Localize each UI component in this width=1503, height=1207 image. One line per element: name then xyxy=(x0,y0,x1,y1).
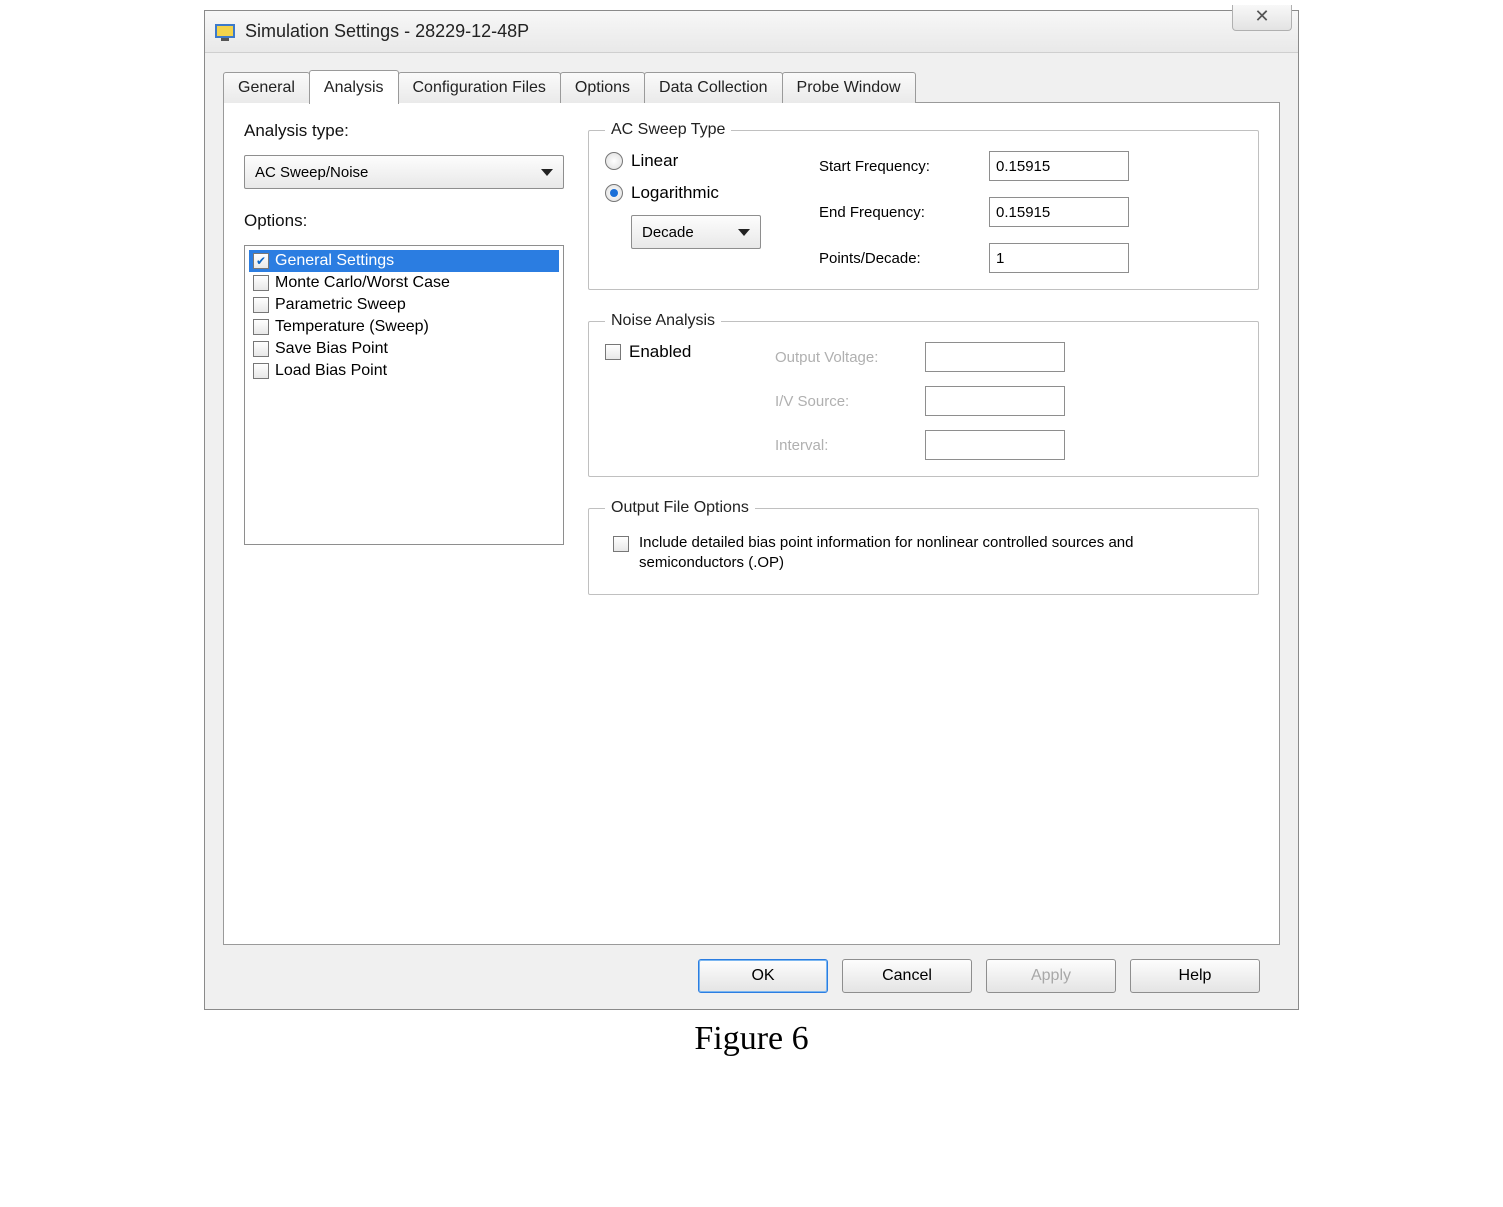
option-monte-carlo[interactable]: Monte Carlo/Worst Case xyxy=(249,272,559,294)
radio-icon xyxy=(605,184,623,202)
list-item-label: Load Bias Point xyxy=(275,362,387,380)
iv-source-label: I/V Source: xyxy=(775,393,925,410)
checkbox-icon[interactable] xyxy=(253,319,269,335)
end-frequency-label: End Frequency: xyxy=(819,204,979,221)
ok-button[interactable]: OK xyxy=(698,959,828,993)
tab-analysis[interactable]: Analysis xyxy=(309,70,399,104)
option-temperature-sweep[interactable]: Temperature (Sweep) xyxy=(249,316,559,338)
cancel-button[interactable]: Cancel xyxy=(842,959,972,993)
option-save-bias-point[interactable]: Save Bias Point xyxy=(249,338,559,360)
output-voltage-input xyxy=(925,342,1065,372)
include-bias-label: Include detailed bias point information … xyxy=(639,533,1234,574)
checkbox-icon[interactable] xyxy=(253,363,269,379)
list-item-label: Temperature (Sweep) xyxy=(275,318,429,336)
output-file-options-group: Output File Options Include detailed bia… xyxy=(588,499,1259,595)
iv-source-input xyxy=(925,386,1065,416)
interval-input xyxy=(925,430,1065,460)
radio-logarithmic[interactable]: Logarithmic xyxy=(605,183,795,203)
checkbox-icon[interactable]: ✔ xyxy=(253,253,269,269)
close-button[interactable]: ✕ xyxy=(1232,5,1292,31)
analysis-type-combo[interactable]: AC Sweep/Noise xyxy=(244,155,564,189)
output-file-options-legend: Output File Options xyxy=(605,499,755,517)
tab-body: Analysis type: AC Sweep/Noise Options: ✔… xyxy=(223,102,1280,945)
interval-label: Interval: xyxy=(775,437,925,454)
start-frequency-label: Start Frequency: xyxy=(819,158,979,175)
simulation-settings-window: Simulation Settings - 28229-12-48P ✕ Gen… xyxy=(204,10,1299,1010)
radio-linear[interactable]: Linear xyxy=(605,151,795,171)
radio-label: Logarithmic xyxy=(631,183,719,203)
tab-strip: General Analysis Configuration Files Opt… xyxy=(223,67,1280,103)
tab-data-collection[interactable]: Data Collection xyxy=(644,72,783,103)
left-column: Analysis type: AC Sweep/Noise Options: ✔… xyxy=(244,121,564,926)
points-decade-label: Points/Decade: xyxy=(819,250,979,267)
option-general-settings[interactable]: ✔ General Settings xyxy=(249,250,559,272)
noise-enabled-label: Enabled xyxy=(629,342,691,362)
radio-label: Linear xyxy=(631,151,678,171)
chevron-down-icon xyxy=(541,169,553,176)
option-parametric-sweep[interactable]: Parametric Sweep xyxy=(249,294,559,316)
checkbox-icon[interactable] xyxy=(253,341,269,357)
start-frequency-input[interactable] xyxy=(989,151,1129,181)
ac-sweep-legend: AC Sweep Type xyxy=(605,121,731,139)
close-icon: ✕ xyxy=(1254,6,1269,26)
tab-configuration-files[interactable]: Configuration Files xyxy=(398,72,561,103)
tab-general[interactable]: General xyxy=(223,72,310,103)
log-scale-combo[interactable]: Decade xyxy=(631,215,761,249)
figure-caption: Figure 6 xyxy=(0,1020,1503,1058)
app-icon xyxy=(213,20,237,44)
list-item-label: Monte Carlo/Worst Case xyxy=(275,274,450,292)
checkbox-icon[interactable] xyxy=(253,275,269,291)
ac-sweep-group: AC Sweep Type Linear Logarithmic xyxy=(588,121,1259,290)
help-button[interactable]: Help xyxy=(1130,959,1260,993)
window-title: Simulation Settings - 28229-12-48P xyxy=(245,21,529,42)
options-listbox[interactable]: ✔ General Settings Monte Carlo/Worst Cas… xyxy=(244,245,564,545)
right-column: AC Sweep Type Linear Logarithmic xyxy=(588,121,1259,926)
list-item-label: Parametric Sweep xyxy=(275,296,406,314)
content-area: General Analysis Configuration Files Opt… xyxy=(205,53,1298,1009)
list-item-label: General Settings xyxy=(275,252,394,270)
noise-analysis-legend: Noise Analysis xyxy=(605,312,721,330)
include-bias-checkbox[interactable] xyxy=(613,536,629,552)
checkbox-icon[interactable] xyxy=(253,297,269,313)
apply-button[interactable]: Apply xyxy=(986,959,1116,993)
end-frequency-input[interactable] xyxy=(989,197,1129,227)
analysis-type-label: Analysis type: xyxy=(244,121,564,141)
tab-probe-window[interactable]: Probe Window xyxy=(782,72,916,103)
output-voltage-label: Output Voltage: xyxy=(775,349,925,366)
titlebar: Simulation Settings - 28229-12-48P ✕ xyxy=(205,11,1298,53)
checkbox-icon xyxy=(605,344,621,360)
option-load-bias-point[interactable]: Load Bias Point xyxy=(249,360,559,382)
points-decade-input[interactable] xyxy=(989,243,1129,273)
chevron-down-icon xyxy=(738,229,750,236)
dialog-buttons: OK Cancel Apply Help xyxy=(223,945,1280,993)
noise-enabled-checkbox[interactable]: Enabled xyxy=(605,342,745,362)
noise-analysis-group: Noise Analysis Enabled Output Voltage: I… xyxy=(588,312,1259,477)
options-label: Options: xyxy=(244,211,564,231)
analysis-type-value: AC Sweep/Noise xyxy=(255,164,368,181)
log-scale-value: Decade xyxy=(642,224,694,241)
list-item-label: Save Bias Point xyxy=(275,340,388,358)
radio-icon xyxy=(605,152,623,170)
tab-options[interactable]: Options xyxy=(560,72,645,103)
